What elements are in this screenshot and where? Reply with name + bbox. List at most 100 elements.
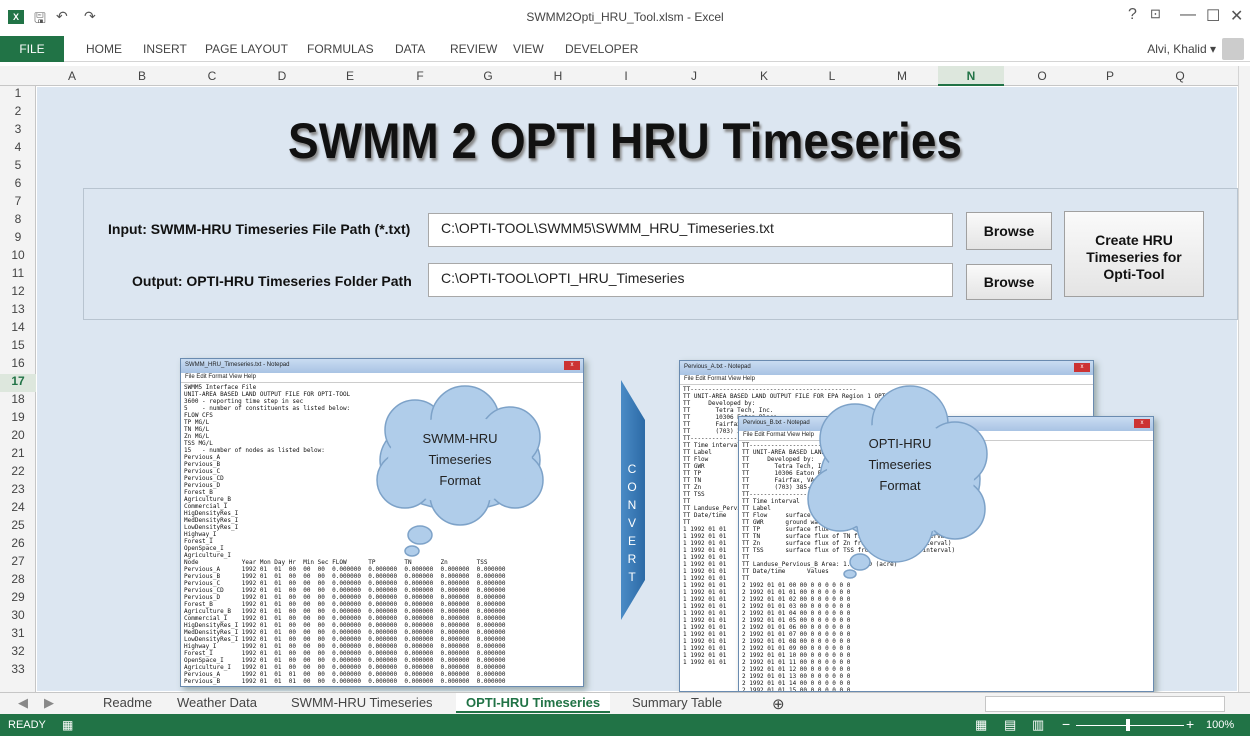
row-header[interactable]: 8 [0, 212, 36, 226]
column-header-p[interactable]: P [1098, 69, 1122, 83]
row-header[interactable]: 16 [0, 356, 36, 370]
tab-swmm-hru-timeseries[interactable]: SWMM-HRU Timeseries [281, 695, 443, 710]
tab-view[interactable]: VIEW [513, 42, 544, 56]
create-hru-timeseries-button[interactable]: Create HRU Timeseries for Opti-Tool [1064, 211, 1204, 297]
row-header[interactable]: 19 [0, 410, 36, 424]
help-icon[interactable]: ? [1128, 6, 1137, 24]
arrow-letter: O [627, 480, 637, 494]
row-header[interactable]: 7 [0, 194, 36, 208]
row-header[interactable]: 24 [0, 500, 36, 514]
column-header-i[interactable]: I [614, 69, 638, 83]
close-icon[interactable]: ✕ [1230, 6, 1243, 26]
row-header[interactable]: 5 [0, 158, 36, 172]
row-header[interactable]: 21 [0, 446, 36, 460]
tab-formulas[interactable]: FORMULAS [307, 42, 374, 56]
arrow-letter: T [628, 570, 636, 584]
row-header[interactable]: 31 [0, 626, 36, 640]
row-header[interactable]: 9 [0, 230, 36, 244]
zoom-slider-thumb[interactable] [1126, 719, 1130, 731]
row-headers: 1 2 3 4 5 6 7 8 9 10 11 12 13 14 15 16 1… [0, 86, 36, 692]
close-icon: x [564, 361, 580, 370]
ribbon-options-icon[interactable]: ⊡ [1150, 6, 1161, 22]
notepad-title: Pervious_A.txt - Notepad [684, 364, 751, 370]
zoom-level[interactable]: 100% [1206, 719, 1234, 731]
user-name[interactable]: Alvi, Khalid ▾ [1147, 42, 1216, 56]
column-header-j[interactable]: J [682, 69, 706, 83]
column-header-h[interactable]: H [546, 69, 570, 83]
column-header-c[interactable]: C [200, 69, 224, 83]
row-header[interactable]: 22 [0, 464, 36, 478]
notepad-title: SWMM_HRU_Timeseries.txt - Notepad [185, 362, 290, 368]
row-header[interactable]: 20 [0, 428, 36, 442]
column-header-b[interactable]: B [130, 69, 154, 83]
row-header[interactable]: 15 [0, 338, 36, 352]
column-header-l[interactable]: L [820, 69, 844, 83]
next-sheet-icon[interactable]: ▶ [34, 695, 64, 711]
row-header[interactable]: 29 [0, 590, 36, 604]
column-header-f[interactable]: F [408, 69, 432, 83]
cloud-line: Timeseries [868, 457, 932, 472]
column-header-g[interactable]: G [476, 69, 500, 83]
row-header[interactable]: 18 [0, 392, 36, 406]
tab-summary-table[interactable]: Summary Table [622, 695, 732, 710]
tab-insert[interactable]: INSERT [143, 42, 187, 56]
swmm-hru-cloud-text: SWMM-HRU Timeseries Format [390, 428, 530, 491]
file-tab[interactable]: FILE [0, 36, 64, 62]
zoom-out-icon[interactable]: − [1062, 716, 1070, 732]
column-header-q[interactable]: Q [1168, 69, 1192, 83]
row-header[interactable]: 13 [0, 302, 36, 316]
browse-input-button[interactable]: Browse [966, 212, 1052, 250]
column-header-o[interactable]: O [1030, 69, 1054, 83]
macro-record-icon[interactable]: ▦ [62, 718, 73, 732]
page-break-view-icon[interactable]: ▥ [1032, 717, 1044, 733]
arrow-letter: V [627, 516, 636, 530]
normal-view-icon[interactable]: ▦ [975, 717, 987, 733]
row-header[interactable]: 6 [0, 176, 36, 190]
zoom-in-icon[interactable]: + [1186, 716, 1194, 732]
row-header[interactable]: 3 [0, 122, 36, 136]
row-header[interactable]: 26 [0, 536, 36, 550]
row-header[interactable]: 12 [0, 284, 36, 298]
add-sheet-icon[interactable]: ⊕ [762, 695, 795, 713]
row-header[interactable]: 17 [0, 374, 36, 392]
row-header[interactable]: 14 [0, 320, 36, 334]
maximize-icon[interactable]: ☐ [1206, 6, 1220, 26]
column-header-n[interactable]: N [938, 66, 1004, 86]
minimize-icon[interactable]: — [1180, 6, 1196, 24]
row-header[interactable]: 25 [0, 518, 36, 532]
tab-opti-hru-timeseries[interactable]: OPTI-HRU Timeseries [456, 693, 611, 713]
row-header[interactable]: 1 [0, 86, 36, 100]
tab-review[interactable]: REVIEW [450, 42, 497, 56]
horizontal-scrollbar[interactable] [985, 696, 1225, 712]
column-header-d[interactable]: D [270, 69, 294, 83]
tab-page-layout[interactable]: PAGE LAYOUT [205, 42, 288, 56]
row-header[interactable]: 27 [0, 554, 36, 568]
row-header[interactable]: 10 [0, 248, 36, 262]
tab-readme[interactable]: Readme [93, 695, 162, 710]
row-header[interactable]: 30 [0, 608, 36, 622]
tab-developer[interactable]: DEVELOPER [565, 42, 638, 56]
zoom-slider[interactable] [1076, 725, 1184, 726]
column-header-e[interactable]: E [338, 69, 362, 83]
cloud-line: Timeseries [428, 452, 492, 467]
output-path-field[interactable]: C:\OPTI-TOOL\OPTI_HRU_Timeseries [428, 263, 953, 297]
row-header[interactable]: 4 [0, 140, 36, 154]
column-header-k[interactable]: K [752, 69, 776, 83]
tab-home[interactable]: HOME [86, 42, 122, 56]
row-header[interactable]: 11 [0, 266, 36, 280]
row-header[interactable]: 28 [0, 572, 36, 586]
row-header[interactable]: 2 [0, 104, 36, 118]
row-header[interactable]: 32 [0, 644, 36, 658]
avatar[interactable] [1222, 38, 1244, 60]
vertical-scrollbar[interactable] [1238, 66, 1250, 692]
row-header[interactable]: 23 [0, 482, 36, 496]
row-header[interactable]: 33 [0, 662, 36, 676]
column-header-a[interactable]: A [60, 69, 84, 83]
page-layout-view-icon[interactable]: ▤ [1004, 717, 1016, 733]
input-path-field[interactable]: C:\OPTI-TOOL\SWMM5\SWMM_HRU_Timeseries.t… [428, 213, 953, 247]
tab-data[interactable]: DATA [395, 42, 425, 56]
tab-weather-data[interactable]: Weather Data [167, 695, 267, 710]
browse-output-button[interactable]: Browse [966, 264, 1052, 300]
column-header-m[interactable]: M [890, 69, 914, 83]
column-headers: A B C D E F G H I J K L M N O P Q [0, 66, 1250, 86]
